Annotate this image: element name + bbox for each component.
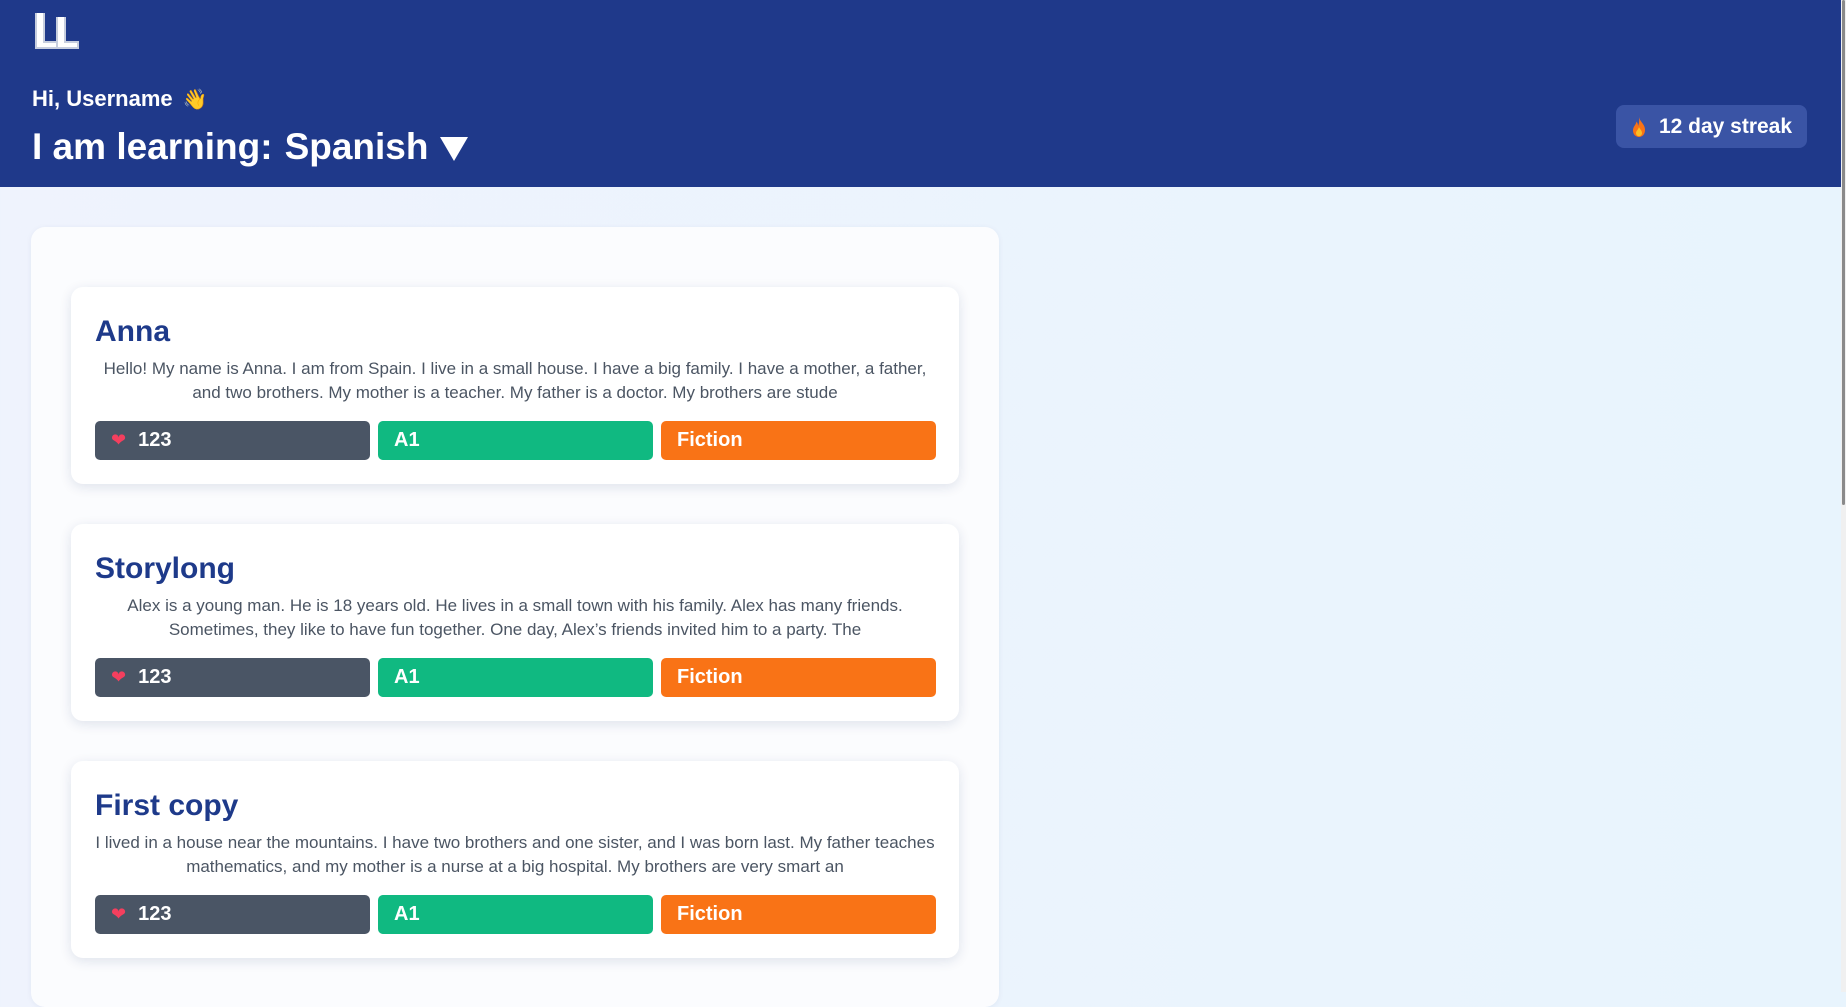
- genre-label: Fiction: [677, 666, 743, 688]
- level-label: A1: [394, 429, 420, 451]
- genre-tag[interactable]: Fiction: [661, 421, 936, 460]
- heart-icon: ❤: [111, 430, 127, 450]
- scrollbar-thumb[interactable]: [1842, 0, 1845, 505]
- likes-count: 123: [138, 903, 172, 925]
- language-label: Spanish: [284, 126, 429, 167]
- story-title[interactable]: Anna: [95, 315, 170, 349]
- genre-tag[interactable]: Fiction: [661, 895, 936, 934]
- story-title[interactable]: First copy: [95, 789, 238, 823]
- learning-language-heading: I am learning: Spanish: [32, 126, 469, 168]
- greeting: Hi, Username 👋: [32, 86, 208, 112]
- streak-label: 12 day streak: [1658, 114, 1793, 138]
- streak-badge[interactable]: 12 day streak: [1616, 105, 1807, 148]
- story-tags: ❤ 123 A1 Fiction: [95, 895, 936, 934]
- level-label: A1: [394, 666, 420, 688]
- likes-count: 123: [138, 429, 172, 451]
- language-selector[interactable]: Spanish: [285, 126, 469, 168]
- flame-icon: [1632, 116, 1645, 137]
- level-label: A1: [394, 903, 420, 925]
- story-tags: ❤ 123 A1 Fiction: [95, 658, 936, 697]
- story-excerpt: I lived in a house near the mountains. I…: [95, 833, 935, 876]
- learning-prefix: I am learning:: [32, 126, 273, 167]
- story-card[interactable]: Storylong Alex is a young man. He is 18 …: [71, 524, 959, 721]
- story-title[interactable]: Storylong: [95, 552, 235, 586]
- story-card[interactable]: Anna Hello! My name is Anna. I am from S…: [71, 287, 959, 484]
- genre-tag[interactable]: Fiction: [661, 658, 936, 697]
- genre-label: Fiction: [677, 429, 743, 451]
- likes-count: 123: [138, 666, 172, 688]
- story-card[interactable]: First copy I lived in a house near the m…: [71, 761, 959, 958]
- greeting-text: Hi, Username: [32, 86, 173, 111]
- story-excerpt: Alex is a young man. He is 18 years old.…: [127, 596, 903, 639]
- app-logo-icon[interactable]: [32, 11, 82, 51]
- likes-tag[interactable]: ❤ 123: [95, 895, 370, 934]
- likes-tag[interactable]: ❤ 123: [95, 658, 370, 697]
- level-tag[interactable]: A1: [378, 895, 653, 934]
- caret-down-icon: [440, 137, 469, 161]
- genre-label: Fiction: [677, 903, 743, 925]
- likes-tag[interactable]: ❤ 123: [95, 421, 370, 460]
- story-excerpt: Hello! My name is Anna. I am from Spain.…: [103, 359, 927, 402]
- heart-icon: ❤: [111, 667, 127, 687]
- top-header: Hi, Username 👋 I am learning: Spanish 12 …: [0, 0, 1841, 187]
- heart-icon: ❤: [111, 904, 127, 924]
- level-tag[interactable]: A1: [378, 421, 653, 460]
- level-tag[interactable]: A1: [378, 658, 653, 697]
- page-scrollbar[interactable]: [1841, 0, 1846, 992]
- story-tags: ❤ 123 A1 Fiction: [95, 421, 936, 460]
- wave-icon: 👋: [182, 89, 208, 111]
